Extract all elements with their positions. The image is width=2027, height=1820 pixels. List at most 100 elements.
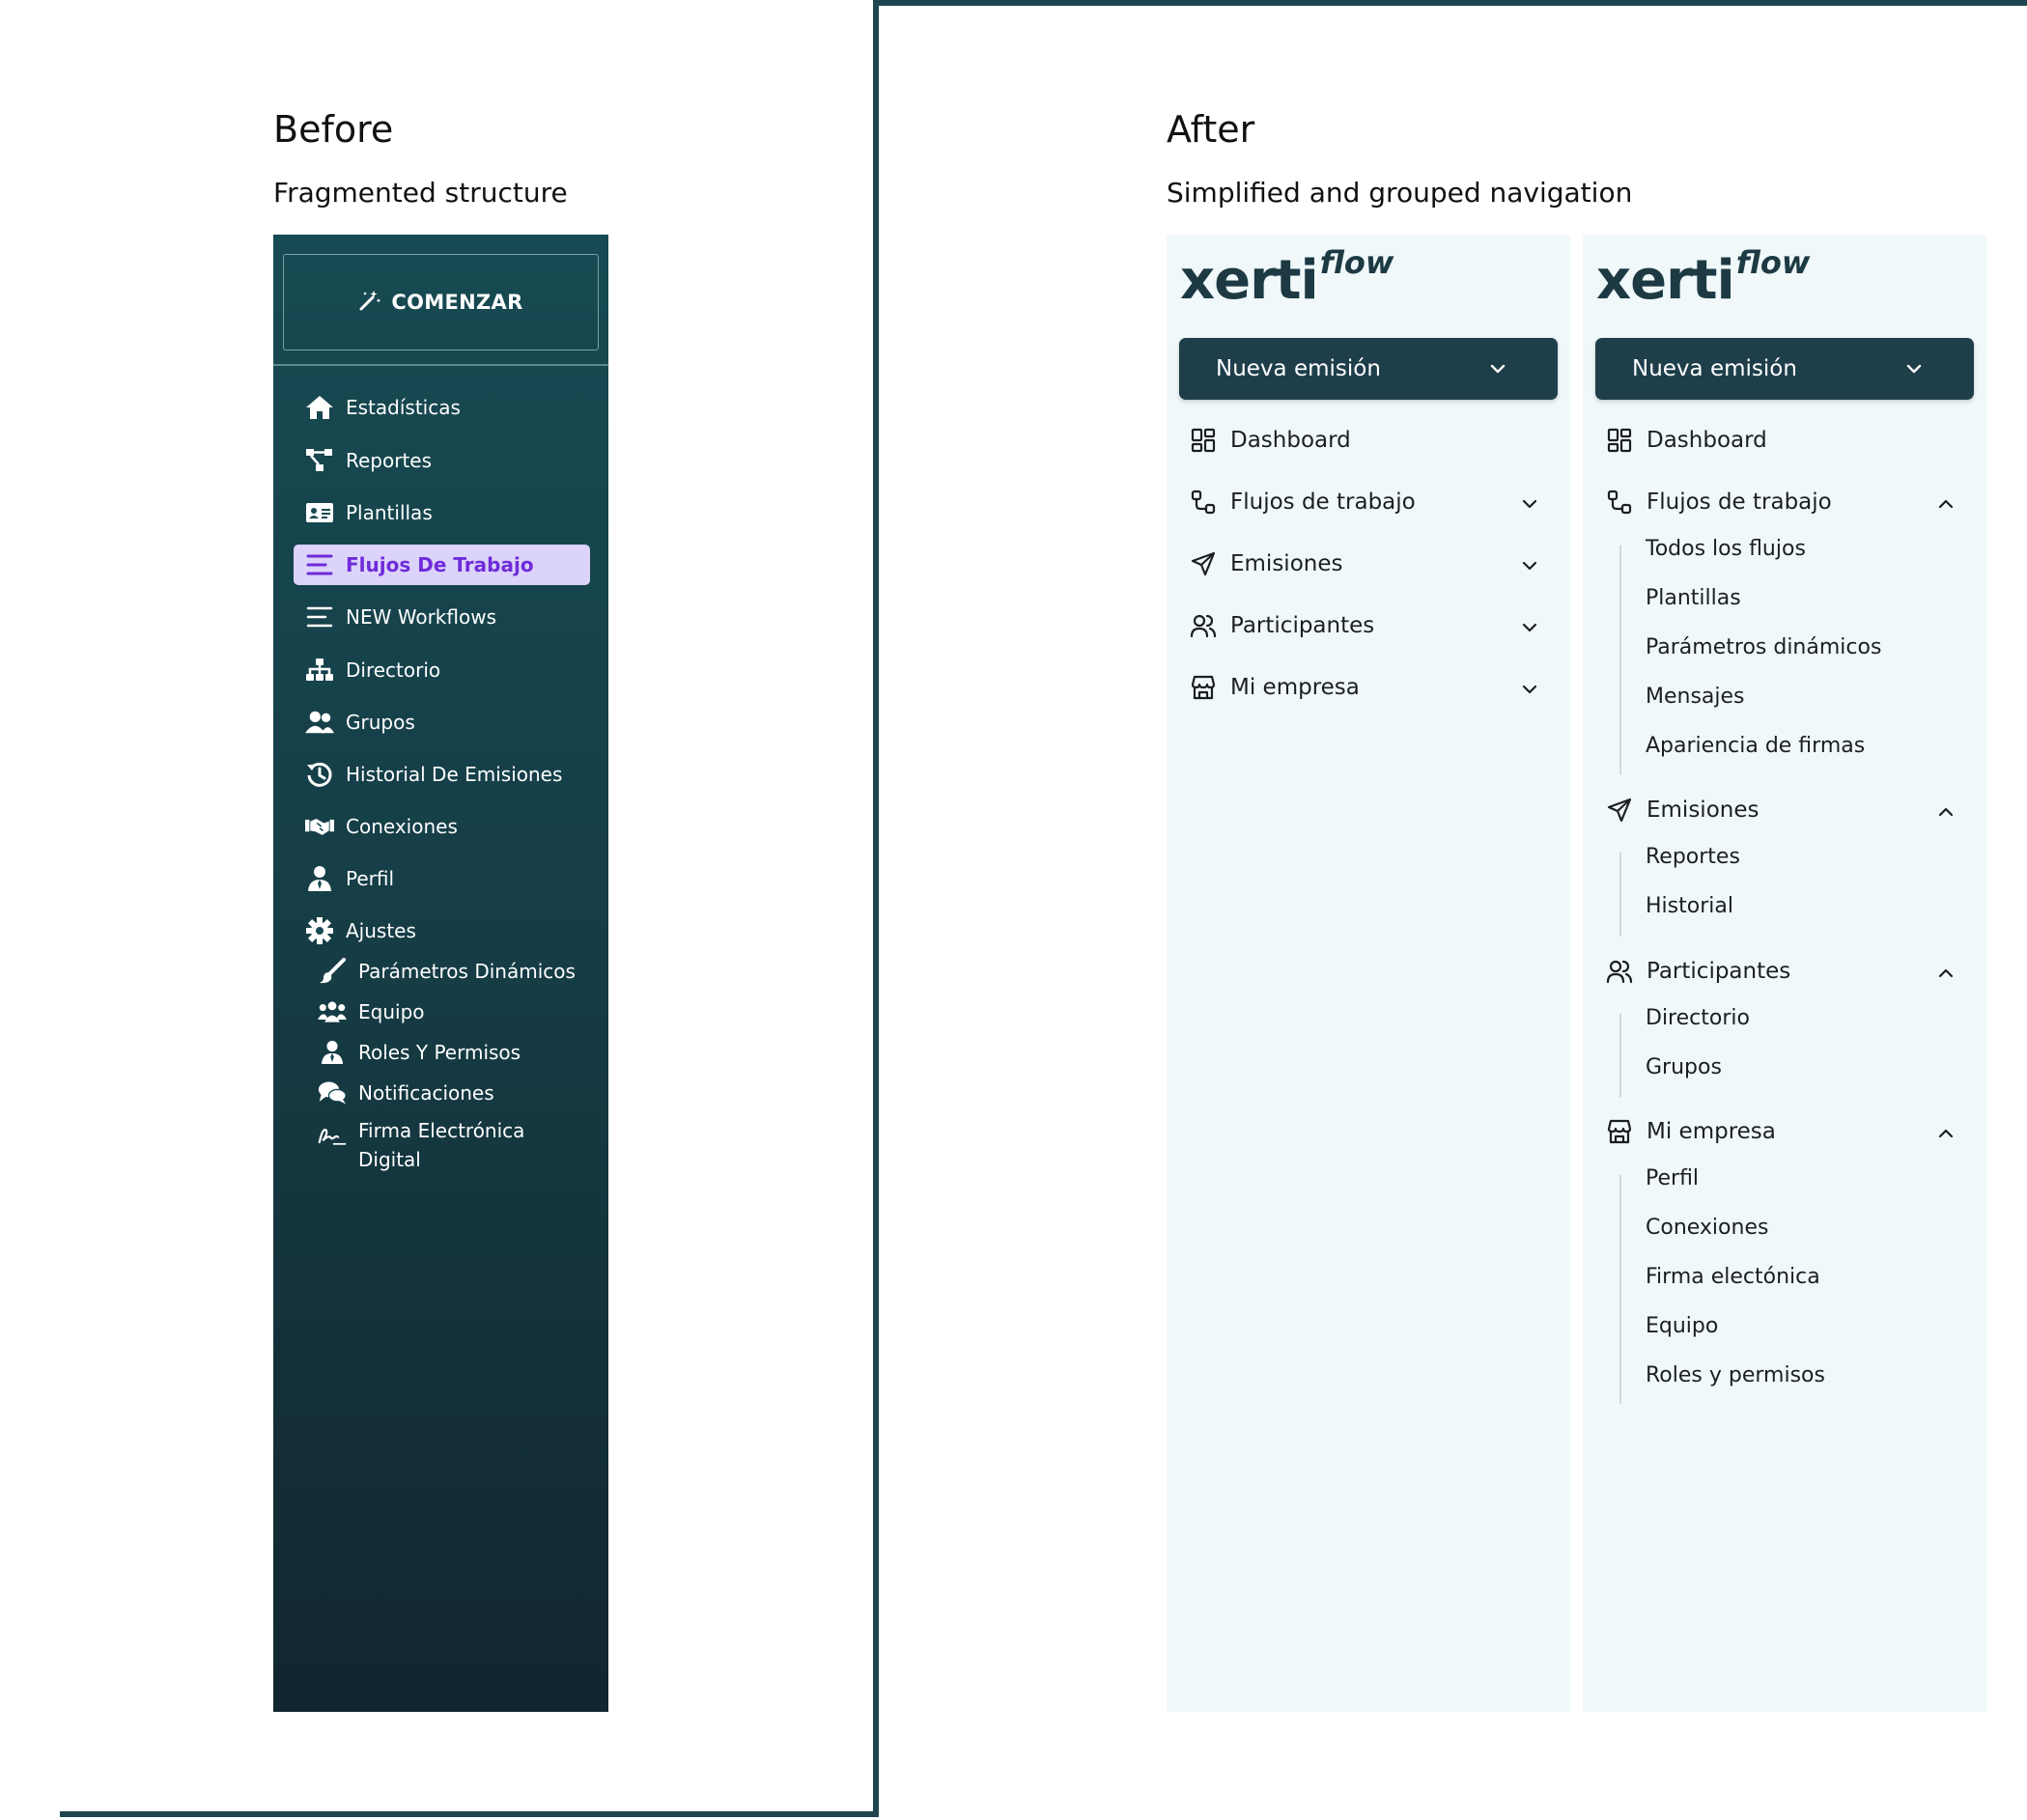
chevron-down-icon[interactable] [1520,494,1539,514]
nav-mi-empresa[interactable]: Mi empresa [1190,666,1547,709]
tree-line [1619,1014,1621,1098]
sidebar-item-label: Conexiones [346,815,458,838]
start-button[interactable]: COMENZAR [283,254,599,350]
chevron-up-icon[interactable] [1936,1124,1956,1143]
after-title: After [1167,108,1255,151]
sidebar-item-flujos-de-trabajo[interactable]: Flujos De Trabajo [294,545,590,585]
nav-sub-directorio[interactable]: Directorio [1646,998,1750,1037]
new-emission-label: Nueva emisión [1632,356,1797,381]
sidebar-item-label: Reportes [346,449,433,472]
team-icon [318,998,347,1025]
sidebar-item-plantillas[interactable]: Plantillas [294,492,590,533]
nav-flujos-de-trabajo[interactable]: Flujos de trabajo [1190,481,1547,523]
sidebar-item-label: Roles Y Permisos [358,1041,521,1064]
sidebar-item-label: Flujos De Trabajo [346,553,534,576]
user-tie-icon [318,1039,347,1066]
workflow-icon [1607,490,1632,515]
sidebar-item-label: Equipo [358,1000,425,1023]
chevron-down-icon[interactable] [1520,556,1539,575]
chevron-down-icon[interactable] [1520,680,1539,699]
nav-sub-roles-y-permisos[interactable]: Roles y permisos [1646,1356,1825,1394]
nav-flujos-de-trabajo[interactable]: Flujos de trabajo [1606,481,1963,523]
sidebar-item-label: Directorio [346,658,441,682]
nav-emisiones[interactable]: Emisiones [1606,789,1963,831]
sidebar-item-perfil[interactable]: Perfil [294,858,590,899]
nav-sub-perfil[interactable]: Perfil [1646,1159,1699,1197]
history-icon [305,761,334,788]
nav-dashboard[interactable]: Dashboard [1190,419,1547,462]
new-sidebar-collapsed: xertiflow Nueva emisión Dashboard Flujos… [1167,235,1570,1712]
sidebar-item-label: Notificaciones [358,1081,494,1105]
after-subtitle: Simplified and grouped navigation [1167,177,1633,209]
nav-sub-historial[interactable]: Historial [1646,886,1733,925]
nav-sub-parametros-dinamicos[interactable]: Parámetros dinámicos [1646,628,1881,666]
nav-sub-todos-los-flujos[interactable]: Todos los flujos [1646,529,1806,568]
sidebar-item-conexiones[interactable]: Conexiones [294,806,590,847]
tree-line [1619,1175,1621,1404]
sidebar-item-directorio[interactable]: Directorio [294,650,590,690]
chevron-up-icon[interactable] [1936,802,1956,822]
nav-participantes[interactable]: Participantes [1606,950,1963,993]
magic-wand-icon [358,289,381,317]
nav-sub-plantillas[interactable]: Plantillas [1646,578,1741,617]
sidebar-item-label: Historial De Emisiones [346,763,563,786]
nav-sub-conexiones[interactable]: Conexiones [1646,1208,1768,1246]
sidebar-subitem-roles-y-permisos[interactable]: Roles Y Permisos [318,1032,588,1073]
sitemap-icon [305,657,334,684]
sidebar-item-estadisticas[interactable]: Estadísticas [294,387,590,428]
chevron-down-icon [1488,359,1507,384]
sidebar-item-label: Ajustes [346,919,416,942]
divider-bottom [60,1811,879,1817]
tree-line [1619,546,1621,774]
chevron-up-icon[interactable] [1936,494,1956,514]
new-emission-label: Nueva emisión [1216,356,1381,381]
sidebar-item-label: Grupos [346,711,415,734]
workflow-icon [1191,490,1216,515]
store-icon [1607,1119,1632,1144]
sidebar-item-new-workflows[interactable]: NEW Workflows [294,597,590,637]
nav-sub-apariencia-de-firmas[interactable]: Apariencia de firmas [1646,726,1865,765]
nav-dashboard[interactable]: Dashboard [1606,419,1963,462]
chevron-down-icon[interactable] [1520,618,1539,637]
nav-sub-firma-electronica[interactable]: Firma electónica [1646,1257,1820,1296]
chevron-up-icon[interactable] [1936,964,1956,983]
send-icon [1191,551,1216,576]
users-icon [1606,960,1633,984]
new-emission-button[interactable]: Nueva emisión [1595,338,1974,400]
divider-top [873,0,2027,6]
sidebar-item-reportes[interactable]: Reportes [294,440,590,481]
store-icon [1191,675,1216,700]
new-emission-button[interactable]: Nueva emisión [1179,338,1558,400]
home-icon [305,394,334,421]
chevron-down-icon [1904,359,1924,384]
nav-sub-mensajes[interactable]: Mensajes [1646,677,1745,715]
xertiflow-logo: xertiflow [1180,244,1394,312]
new-sidebar-expanded: xertiflow Nueva emisión Dashboard Flujos… [1583,235,1986,1712]
users-icon [305,709,334,736]
nav-emisiones[interactable]: Emisiones [1190,543,1547,585]
tree-line [1619,853,1621,937]
nav-mi-empresa[interactable]: Mi empresa [1606,1110,1963,1153]
list-icon [305,603,334,630]
list-icon [305,551,334,578]
signature-icon [318,1122,347,1149]
sidebar-subitem-parametros-dinamicos[interactable]: Parámetros Dinámicos [318,951,588,992]
sidebar-item-grupos[interactable]: Grupos [294,702,590,742]
user-tie-icon [305,865,334,892]
nav-sub-reportes[interactable]: Reportes [1646,837,1740,876]
sidebar-item-ajustes[interactable]: Ajustes [294,910,590,951]
nav-participantes[interactable]: Participantes [1190,604,1547,647]
sidebar-subitem-firma-electronica-digital[interactable]: Firma Electrónica Digital [318,1116,598,1178]
nav-sub-equipo[interactable]: Equipo [1646,1306,1718,1345]
sidebar-subitem-notificaciones[interactable]: Notificaciones [318,1073,588,1113]
grid-icon [1191,428,1216,453]
xertiflow-logo: xertiflow [1596,244,1811,312]
divider-vertical [873,0,879,1817]
before-subtitle: Fragmented structure [273,177,568,209]
sidebar-item-historial-de-emisiones[interactable]: Historial De Emisiones [294,754,590,795]
grid-icon [1607,428,1632,453]
nav-sub-grupos[interactable]: Grupos [1646,1048,1722,1086]
brush-icon [318,958,347,985]
sidebar-subitem-equipo[interactable]: Equipo [318,992,588,1032]
before-title: Before [273,108,394,151]
